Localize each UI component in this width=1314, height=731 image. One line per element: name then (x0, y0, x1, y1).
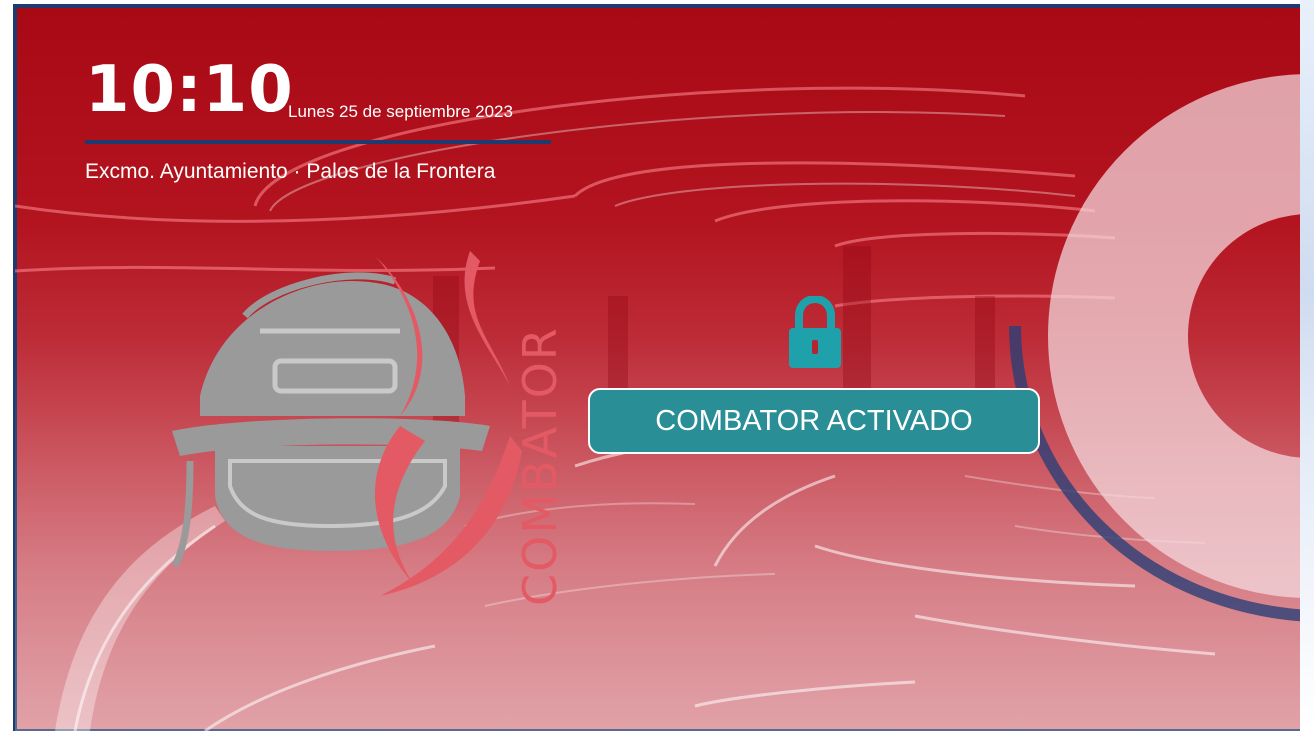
kiosk-screen: 10:10 Lunes 25 de septiembre 2023 Excmo.… (15, 6, 1310, 731)
firefighter-helmet-icon (171, 272, 490, 568)
right-margin (1300, 0, 1314, 731)
padlock-icon (787, 294, 843, 375)
combator-logo: COMBATOR (160, 246, 580, 621)
clock-divider (85, 140, 551, 144)
clock-time: 10:10 (85, 53, 294, 127)
combator-status-button[interactable]: COMBATOR ACTIVADO (588, 388, 1040, 454)
clock-date: Lunes 25 de septiembre 2023 (288, 102, 513, 121)
location-label: Excmo. Ayuntamiento · Palos de la Fronte… (85, 160, 496, 183)
combator-wordmark: COMBATOR (513, 326, 567, 606)
